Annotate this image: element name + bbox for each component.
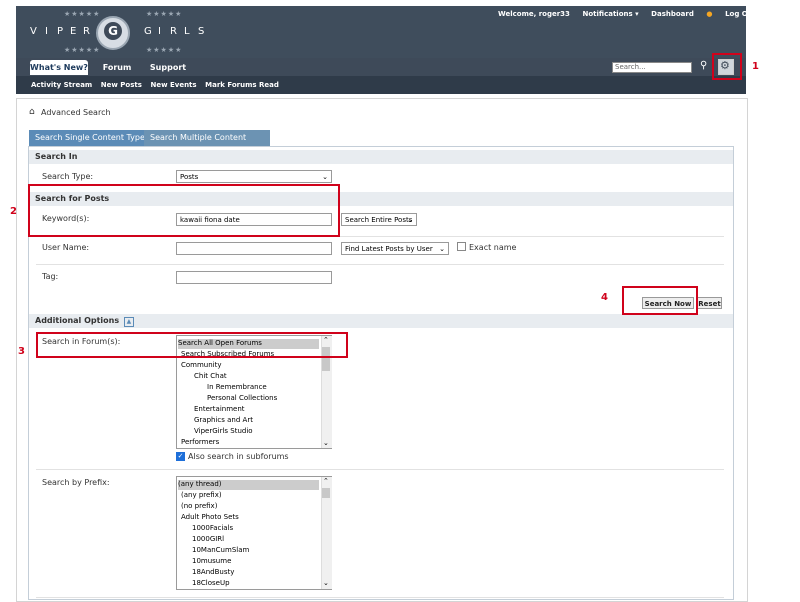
divider — [36, 264, 724, 265]
logo-letter: I — [158, 26, 162, 37]
logo-letter: G — [144, 26, 153, 37]
list-item[interactable]: Community — [181, 361, 222, 369]
logo-letter: R — [170, 26, 178, 37]
list-item[interactable]: 10ManCumSlam — [192, 546, 249, 554]
subforums-checkbox[interactable]: ✓ — [176, 452, 185, 461]
tag-label: Tag: — [42, 272, 59, 281]
list-item[interactable]: ViperGirls Studio — [194, 427, 253, 435]
annotation-box-2 — [28, 184, 340, 237]
chevron-down-icon: ⌄ — [439, 245, 445, 253]
list-item[interactable]: (any prefix) — [181, 491, 222, 499]
list-item[interactable]: 18AndBusty — [192, 568, 234, 576]
logout-link[interactable]: Log Out — [725, 10, 756, 18]
search-type-value: Posts — [180, 173, 199, 181]
search-type-select[interactable]: Posts ⌄ — [176, 170, 332, 183]
username-label: User Name: — [42, 243, 90, 252]
list-item[interactable]: 18DOM — [192, 589, 218, 590]
reset-button[interactable]: Reset — [697, 297, 722, 309]
annotation-number-2: 2 — [10, 206, 17, 217]
logo-letter: R — [83, 26, 91, 37]
tab-search-multiple-content[interactable]: Search Multiple Content Types — [144, 130, 270, 158]
prefix-select-label: Search by Prefix: — [42, 478, 110, 487]
divider — [36, 597, 724, 598]
username-input[interactable] — [176, 242, 332, 255]
username-mode-select[interactable]: Find Latest Posts by User ⌄ — [341, 242, 449, 255]
divider — [36, 469, 724, 470]
logo-letter: E — [70, 26, 78, 37]
collapse-icon[interactable]: ▲ — [123, 317, 134, 327]
logo-letter: P — [57, 26, 65, 37]
tab-search-single-content[interactable]: Search Single Content Type — [29, 130, 151, 146]
list-item[interactable]: Adult Photo Sets — [181, 513, 239, 521]
tab-support[interactable]: Support — [144, 60, 192, 75]
subnav-mark-forums-read[interactable]: Mark Forums Read — [205, 81, 279, 89]
tag-input[interactable] — [176, 271, 332, 284]
list-item[interactable]: 1000GIRl — [192, 535, 224, 543]
tab-forum[interactable]: Forum — [96, 60, 138, 75]
subforums-label: Also search in subforums — [188, 452, 289, 461]
logo-stars-left: ★★★★★ — [64, 10, 101, 18]
username-mode-value: Find Latest Posts by User — [345, 245, 433, 253]
logo-letter: I — [45, 26, 49, 37]
list-item[interactable]: (any thread) — [178, 480, 319, 490]
section-additional-options: Additional Options ▲ — [29, 314, 733, 328]
keywords-scope-select[interactable]: Search Entire Posts ⌄ — [341, 213, 417, 226]
logo-badge-letter: G — [104, 22, 122, 40]
prefix-scrollbar-thumb[interactable] — [322, 488, 330, 498]
list-item[interactable]: (no prefix) — [181, 502, 217, 510]
annotation-box-1 — [712, 53, 742, 80]
tab-whats-new[interactable]: What's New? — [30, 60, 88, 75]
sub-navigation: Activity Stream New Posts New Events Mar… — [16, 76, 746, 94]
welcome-text: Welcome, roger33 — [498, 10, 570, 18]
additional-options-title: Additional Options — [35, 316, 120, 325]
subnav-activity-stream[interactable]: Activity Stream — [31, 81, 92, 89]
status-dot-icon: ● — [706, 10, 713, 18]
logo-letter: S — [198, 26, 206, 37]
annotation-number-4: 4 — [601, 292, 608, 303]
scroll-down-icon[interactable]: ⌄ — [323, 579, 329, 587]
search-icon[interactable]: ⚲ — [700, 60, 707, 71]
annotation-box-4 — [622, 286, 698, 315]
exact-name-checkbox[interactable] — [457, 242, 466, 251]
list-item[interactable]: Entertainment — [194, 405, 245, 413]
logo-stars-left-bottom: ★★★★★ — [64, 46, 101, 54]
list-item[interactable]: In Remembrance — [207, 383, 267, 391]
list-item[interactable]: Performers — [181, 438, 219, 446]
chevron-down-icon: ⌄ — [322, 173, 328, 181]
section-search-in: Search In — [29, 150, 733, 164]
annotation-number-1: 1 — [752, 61, 759, 72]
search-type-label: Search Type: — [42, 172, 94, 181]
scroll-down-icon[interactable]: ⌄ — [323, 439, 329, 447]
keywords-scope-value: Search Entire Posts — [345, 216, 413, 224]
scroll-up-icon[interactable]: ⌃ — [323, 477, 329, 485]
header-search-input[interactable]: Search... — [612, 62, 692, 73]
home-icon[interactable]: ⌂ — [29, 107, 35, 117]
dashboard-link[interactable]: Dashboard — [651, 10, 694, 18]
logo-letter: L — [184, 26, 191, 37]
breadcrumb: Advanced Search — [41, 108, 111, 117]
subnav-new-events[interactable]: New Events — [150, 81, 196, 89]
notifications-link[interactable]: Notifications ▾ — [582, 10, 638, 18]
list-item[interactable]: 1000Facials — [192, 524, 233, 532]
annotation-number-3: 3 — [18, 346, 25, 357]
logo-stars-right-bottom: ★★★★★ — [146, 46, 183, 54]
list-item[interactable]: 18CloseUp — [192, 579, 230, 587]
list-item[interactable]: Personal Collections — [207, 394, 277, 402]
logo-letter: V — [30, 26, 38, 37]
exact-name-label: Exact name — [469, 243, 517, 252]
annotation-box-3 — [36, 332, 348, 358]
user-links: Welcome, roger33 Notifications ▾ Dashboa… — [488, 9, 756, 18]
list-item[interactable]: 10musume — [192, 557, 231, 565]
logo-stars-right: ★★★★★ — [146, 10, 183, 18]
list-item[interactable]: Graphics and Art — [194, 416, 253, 424]
subnav-new-posts[interactable]: New Posts — [101, 81, 142, 89]
list-item[interactable]: Chit Chat — [194, 372, 227, 380]
chevron-down-icon: ⌄ — [407, 216, 413, 224]
